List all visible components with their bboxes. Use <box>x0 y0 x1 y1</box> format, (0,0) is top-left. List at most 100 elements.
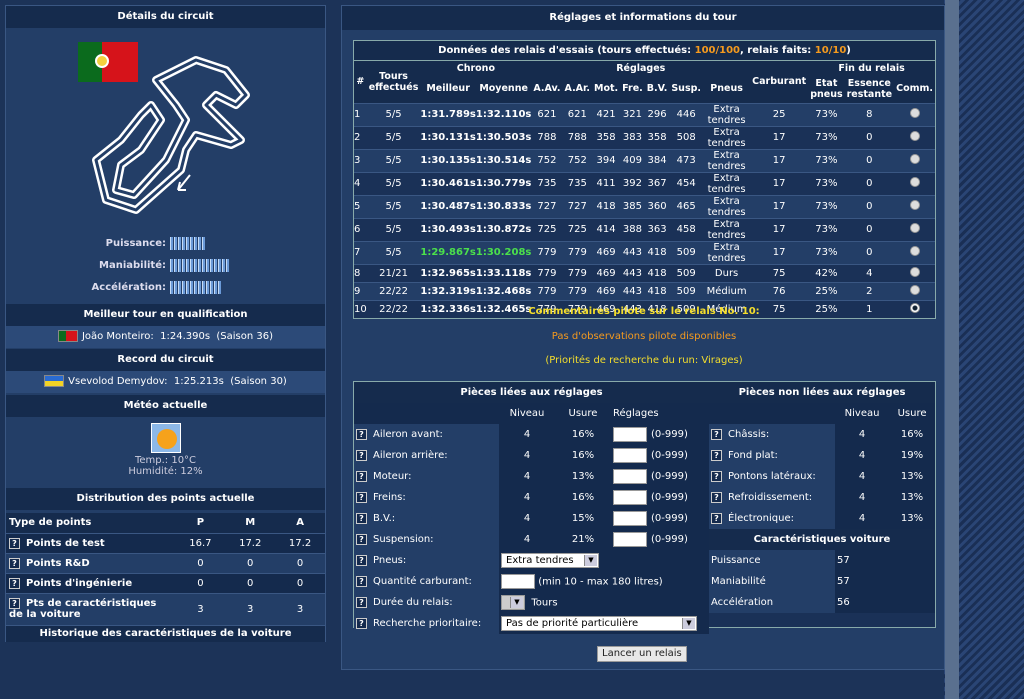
setting-input[interactable] <box>613 427 647 442</box>
stint-cell-n: 3 <box>354 148 367 172</box>
stint-cell-avg: 1:30.872s <box>475 217 532 241</box>
setting-input[interactable] <box>613 448 647 463</box>
stint-cell-aav: 735 <box>531 171 563 195</box>
circuit-details-title: Détails du circuit <box>6 6 325 28</box>
help-icon[interactable]: ? <box>356 618 367 629</box>
stint-cell-carb: 17 <box>750 217 809 241</box>
stint-cell-best: 1:32.965s <box>420 263 476 282</box>
record-title: Record du circuit <box>6 349 325 371</box>
launch-stint-button[interactable]: Lancer un relais <box>597 646 687 662</box>
help-icon[interactable]: ? <box>356 450 367 461</box>
comment-radio[interactable] <box>909 284 920 295</box>
table-row: 2 5/5 1:30.131s 1:30.503s 788 788 358 383 358 508… <box>354 125 935 149</box>
help-icon[interactable]: ? <box>9 598 20 609</box>
comment-radio[interactable] <box>909 177 920 187</box>
car-stat-value: 57 <box>835 550 935 571</box>
help-icon[interactable]: ? <box>356 555 367 566</box>
setting-input[interactable] <box>613 511 647 526</box>
help-icon[interactable]: ? <box>711 471 722 482</box>
stint-cell-mot: 469 <box>591 281 621 300</box>
table-row: ? Quantité carburant: (min 10 - max 180 l… <box>354 571 935 592</box>
help-icon[interactable]: ? <box>356 597 367 608</box>
comment-radio[interactable] <box>909 154 920 164</box>
table-row: 9 22/22 1:32.319s 1:32.468s 779 779 469 443 418 5… <box>354 281 935 300</box>
stint-cell-mot: 394 <box>591 148 621 172</box>
priority-select[interactable]: Pas de priorité particulière ▼ <box>501 616 697 631</box>
help-icon[interactable]: ? <box>356 492 367 503</box>
part-usure: 13% <box>555 466 611 487</box>
stint-cell-aar: 779 <box>562 240 592 264</box>
stint-cell-etat: 73% <box>808 217 845 241</box>
stint-cell-etat: 42% <box>808 263 845 282</box>
help-icon[interactable]: ? <box>356 576 367 587</box>
stint-cell-tours: 5/5 <box>366 102 421 126</box>
help-icon[interactable]: ? <box>711 429 722 440</box>
help-icon[interactable]: ? <box>356 471 367 482</box>
part-usure: 21% <box>555 529 611 550</box>
table-row: ? B.V.: 4 15% (0-999)? Électronique: 4 13% <box>354 508 935 529</box>
stint-cell-fre: 388 <box>620 217 645 241</box>
stint-cell-aar: 779 <box>562 263 592 282</box>
chevron-down-icon: ▼ <box>510 597 523 608</box>
history-link[interactable]: Historique des caractéristiques de la vo… <box>6 626 325 642</box>
help-icon[interactable]: ? <box>356 429 367 440</box>
help-icon[interactable]: ? <box>9 537 20 549</box>
stint-cell-fre: 443 <box>620 263 645 282</box>
comment-radio[interactable] <box>909 131 920 141</box>
stints-table-box: Données des relais d'essais (tours effec… <box>353 40 936 319</box>
stint-cell-ess: 0 <box>844 240 895 264</box>
best-qual-driver[interactable]: João Monteiro: <box>82 331 154 342</box>
setting-input[interactable] <box>613 469 647 484</box>
stint-cell-bv: 418 <box>644 263 670 282</box>
stint-cell-susp: 509 <box>669 281 704 300</box>
stint-cell-tours: 5/5 <box>366 125 421 149</box>
stint-cell-mot: 414 <box>591 217 621 241</box>
handling-bar <box>170 259 230 272</box>
table-row: ? Aileron avant: 4 16% (0-999)? Châssis: 4 16% <box>354 424 935 445</box>
weather-title: Météo actuelle <box>6 395 325 417</box>
table-row: 8 21/21 1:32.965s 1:33.118s 779 779 469 443 418 5… <box>354 263 935 282</box>
fuel-input[interactable] <box>501 574 535 589</box>
comment-radio[interactable] <box>909 246 920 256</box>
setting-input[interactable] <box>613 532 647 547</box>
table-row: 4 5/5 1:30.461s 1:30.779s 735 735 411 392 367 454… <box>354 171 935 195</box>
stint-cell-susp: 458 <box>669 217 704 241</box>
duration-select[interactable]: ▼ <box>501 595 525 610</box>
comment-radio[interactable] <box>909 223 920 233</box>
help-icon[interactable]: ? <box>356 534 367 545</box>
stat-label-maniabilite: Maniabilité: <box>99 260 166 271</box>
stint-cell-carb: 17 <box>750 240 809 264</box>
help-icon[interactable]: ? <box>356 513 367 524</box>
comment-radio[interactable] <box>909 108 920 118</box>
help-icon[interactable]: ? <box>711 513 722 524</box>
stint-cell-aar: 727 <box>562 194 592 218</box>
stat-label-puissance: Puissance: <box>105 238 166 249</box>
setting-label: Durée du relais: <box>373 597 453 608</box>
help-icon[interactable]: ? <box>711 450 722 461</box>
table-row: ? Points R&D 0 0 0 <box>6 553 325 574</box>
help-icon[interactable]: ? <box>711 492 722 503</box>
part-niveau: 4 <box>835 445 890 466</box>
stint-cell-aar: 621 <box>562 102 592 126</box>
setting-input[interactable] <box>613 490 647 505</box>
stint-cell-susp: 508 <box>669 125 704 149</box>
record-row: Vsevolod Demydov: 1:25.213s (Saison 30) <box>6 371 325 393</box>
help-icon[interactable]: ? <box>9 557 20 569</box>
stint-cell-etat: 73% <box>808 125 845 149</box>
part-label: Suspension: <box>373 534 434 545</box>
part-usure: 16% <box>889 424 935 445</box>
setting-label: Recherche prioritaire: <box>373 618 482 629</box>
record-driver[interactable]: Vsevolod Demydov: <box>68 376 167 387</box>
stint-cell-etat: 73% <box>808 102 845 126</box>
stint-cell-tours: 5/5 <box>366 194 421 218</box>
part-niveau: 4 <box>499 424 555 445</box>
table-row: ? Durée du relais: ▼ Tours Accélération 56 <box>354 592 935 613</box>
help-icon[interactable]: ? <box>9 577 20 589</box>
part-label: Aileron arrière: <box>373 450 448 461</box>
comment-radio[interactable] <box>909 200 920 210</box>
comment-radio[interactable] <box>909 266 920 277</box>
settings-panel: Réglages et informations du tour Données… <box>341 5 945 670</box>
part-label: Électronique: <box>728 513 795 524</box>
tyres-select[interactable]: Extra tendres ▼ <box>501 553 599 568</box>
table-row: 7 5/5 1:29.867s 1:30.208s 779 779 469 443 418 509… <box>354 240 935 264</box>
